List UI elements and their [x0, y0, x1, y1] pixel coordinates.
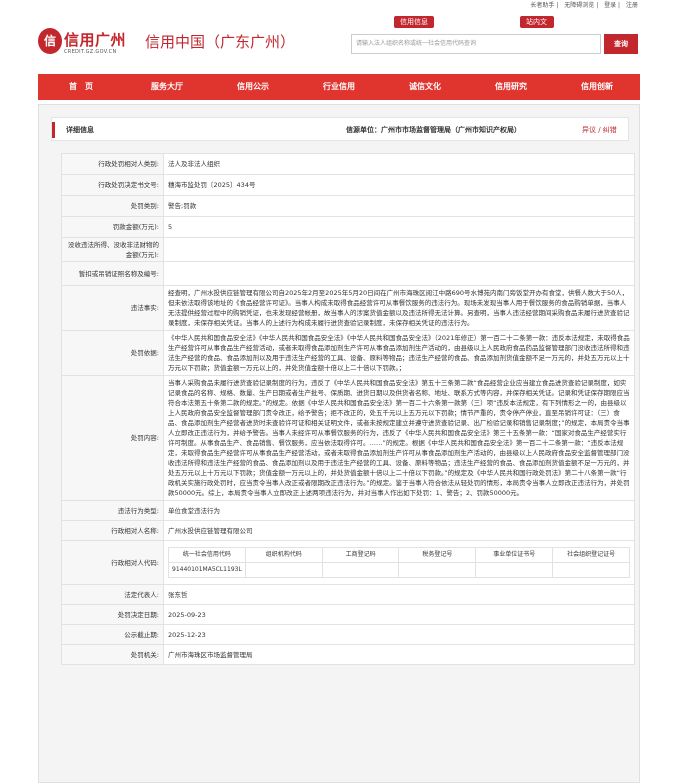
codes-value-row: 91440101MA5CL1193L	[168, 562, 630, 578]
title-accent	[52, 122, 55, 138]
row-label: 违法事实:	[61, 285, 164, 331]
table-row: 处罚机关: 广州市海珠区市场监督管理局	[61, 644, 635, 665]
row-value: 张东哲	[163, 584, 635, 605]
row-value	[163, 261, 635, 286]
row-value: 经查明，广州水投供应链管理有限公司自2025年2月至2025年5月20日间在广州…	[163, 285, 635, 331]
row-value: 5	[163, 216, 635, 238]
nav-credit-innovation[interactable]: 信用创新	[554, 74, 640, 100]
codes-header: 税务登记号	[398, 547, 477, 563]
site-header: 信 信用广州 CREDIT.GZ.GOV.CN 信用中国（广东广州） 请输入法人…	[38, 24, 640, 64]
accessibility-link[interactable]: 无障碍浏览	[564, 2, 594, 9]
login-link[interactable]: 登录	[604, 2, 616, 9]
logo-text[interactable]: 信用广州	[64, 29, 126, 50]
codes-header: 事业单位证书号	[475, 547, 554, 563]
table-row: 法定代表人: 张东哲	[61, 584, 635, 605]
logo-domain: CREDIT.GZ.GOV.CN	[64, 49, 117, 55]
row-label: 处罚机关:	[61, 644, 164, 665]
row-label: 行政相对人代码:	[61, 540, 164, 585]
table-row: 行政相对人名称: 广州水投供应链管理有限公司	[61, 520, 635, 541]
table-row: 没收违法所得、没收非法财物的金额(万元):	[61, 237, 635, 262]
table-row: 行政处罚相对人类别: 法人及非法人组织	[61, 153, 635, 175]
row-value: 法人及非法人组织	[163, 153, 635, 175]
codes-value	[244, 562, 323, 578]
site-title: 信用中国（广东广州）	[145, 33, 296, 51]
codes-value	[552, 562, 630, 578]
table-row: 公示截止期: 2025-12-23	[61, 624, 635, 645]
table-row: 违法行为类型: 单位食堂违法行为	[61, 500, 635, 521]
top-links: 长者助手 | 无障碍浏览 | 登录 | 注册	[530, 2, 638, 9]
logo-icon: 信	[38, 28, 62, 54]
search-input[interactable]: 请输入法人组织名称或统一社会信用代码查询	[351, 34, 601, 54]
row-value: 单位食堂违法行为	[163, 500, 635, 521]
row-value: 广州市海珠区市场监督管理局	[163, 644, 635, 665]
nav-integrity-culture[interactable]: 诚信文化	[382, 74, 468, 100]
search-button[interactable]: 查询	[604, 34, 638, 54]
codes-table: 统一社会信用代码 组织机构代码 工商登记码 税务登记号 事业单位证书号 社会组织…	[168, 547, 630, 578]
detail-table: 行政处罚相对人类别: 法人及非法人组织 行政处罚决定书文号: 穗海市监处罚〔20…	[61, 153, 635, 665]
elder-assist-link[interactable]: 长者助手	[530, 2, 554, 9]
row-label: 处罚类别:	[61, 195, 164, 217]
row-label: 公示截止期:	[61, 624, 164, 645]
row-value: 广州水投供应链管理有限公司	[163, 520, 635, 541]
detail-panel: 详细信息 信源单位：广州市市场监督管理局（广州市知识产权局） 异议 / 纠错 行…	[38, 104, 640, 783]
nav-industry-credit[interactable]: 行业信用	[296, 74, 382, 100]
row-label: 没收违法所得、没收非法财物的金额(万元):	[61, 237, 164, 262]
table-row: 行政处罚决定书文号: 穗海市监处罚〔2025〕434号	[61, 174, 635, 196]
row-label: 行政处罚决定书文号:	[61, 174, 164, 196]
codes-header: 工商登记码	[321, 547, 400, 563]
row-label: 处罚决定日期:	[61, 604, 164, 625]
row-label: 行政相对人名称:	[61, 520, 164, 541]
row-value: 2025-09-23	[163, 604, 635, 625]
row-label: 处罚内容:	[61, 375, 164, 501]
codes-value: 91440101MA5CL1193L	[168, 562, 246, 578]
codes-header: 组织机构代码	[244, 547, 323, 563]
codes-header-row: 统一社会信用代码 组织机构代码 工商登记码 税务登记号 事业单位证书号 社会组织…	[168, 547, 630, 563]
row-label: 行政处罚相对人类别:	[61, 153, 164, 175]
table-row: 处罚类别: 警告;罚款	[61, 195, 635, 217]
codes-value	[475, 562, 554, 578]
detail-title: 详细信息	[66, 126, 94, 134]
table-row: 违法事实: 经查明，广州水投供应链管理有限公司自2025年2月至2025年5月2…	[61, 285, 635, 331]
codes-value	[321, 562, 400, 578]
main-nav: 首 页 服务大厅 信用公示 行业信用 诚信文化 信用研究 信用创新	[38, 74, 640, 100]
row-label: 暂扣或吊销证照名称及编号:	[61, 261, 164, 286]
table-row: 行政相对人代码: 统一社会信用代码 组织机构代码 工商登记码 税务登记号 事业单…	[61, 540, 635, 585]
row-label: 法定代表人:	[61, 584, 164, 605]
info-bar: 详细信息 信源单位：广州市市场监督管理局（广州市知识产权局） 异议 / 纠错	[51, 117, 629, 141]
table-row: 处罚决定日期: 2025-09-23	[61, 604, 635, 625]
table-row: 处罚内容: 当事人采购食品未履行进货查验记录制度的行为，违反了《中华人民共和国食…	[61, 375, 635, 501]
row-label: 违法行为类型:	[61, 500, 164, 521]
nav-credit-research[interactable]: 信用研究	[468, 74, 554, 100]
row-value: 《中华人民共和国食品安全法》《中华人民共和国食品安全法》《中华人民共和国食品安全…	[163, 330, 635, 376]
row-label: 罚款金额(万元):	[61, 216, 164, 238]
row-value: 警告;罚款	[163, 195, 635, 217]
source-unit: 信源单位：广州市市场监督管理局（广州市知识产权局）	[346, 126, 521, 134]
nav-service-hall[interactable]: 服务大厅	[124, 74, 210, 100]
codes-header: 统一社会信用代码	[168, 547, 246, 563]
nav-home[interactable]: 首 页	[38, 74, 124, 100]
row-value	[163, 237, 635, 262]
row-label: 处罚依据:	[61, 330, 164, 376]
codes-header: 社会组织登记证号	[552, 547, 630, 563]
nav-credit-publicity[interactable]: 信用公示	[210, 74, 296, 100]
row-value: 2025-12-23	[163, 624, 635, 645]
table-row: 处罚依据: 《中华人民共和国食品安全法》《中华人民共和国食品安全法》《中华人民共…	[61, 330, 635, 376]
register-link[interactable]: 注册	[626, 2, 638, 9]
codes-value	[398, 562, 477, 578]
table-row: 罚款金额(万元): 5	[61, 216, 635, 238]
table-row: 暂扣或吊销证照名称及编号:	[61, 261, 635, 286]
row-value: 穗海市监处罚〔2025〕434号	[163, 174, 635, 196]
row-value: 统一社会信用代码 组织机构代码 工商登记码 税务登记号 事业单位证书号 社会组织…	[163, 540, 635, 585]
row-value: 当事人采购食品未履行进货查验记录制度的行为，违反了《中华人民共和国食品安全法》第…	[163, 375, 635, 501]
dispute-link[interactable]: 异议 / 纠错	[582, 125, 617, 135]
